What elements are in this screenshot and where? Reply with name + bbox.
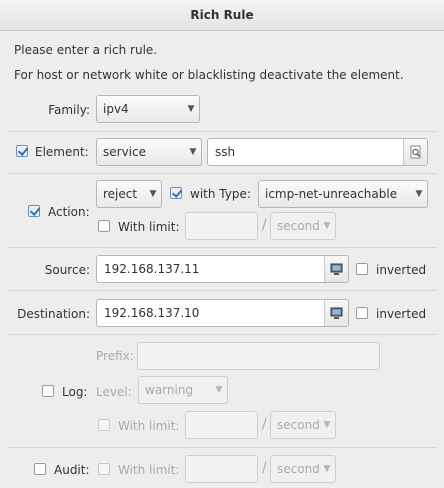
audit-limit-checkbox[interactable] [98, 463, 110, 475]
chevron-down-icon: ▼ [323, 221, 331, 231]
separator [8, 447, 436, 448]
source-label: Source: [44, 263, 90, 277]
action-limit-checkbox[interactable] [98, 220, 110, 232]
separator [8, 247, 436, 248]
element-value-field[interactable]: ssh [207, 138, 428, 166]
destination-inverted-label: inverted [376, 307, 427, 321]
action-label: Action: [48, 205, 90, 219]
chevron-down-icon: ▼ [215, 385, 223, 395]
action-limit-unit-select[interactable]: second ▼ [270, 212, 336, 240]
chevron-down-icon: ▼ [189, 147, 197, 157]
log-level-select[interactable]: warning ▼ [138, 376, 228, 404]
chevron-down-icon: ▼ [323, 420, 331, 430]
source-inverted-label: inverted [376, 263, 427, 277]
audit-checkbox[interactable] [34, 463, 46, 475]
chevron-down-icon: ▼ [187, 104, 195, 114]
slash-separator: / [262, 460, 267, 476]
chevron-down-icon: ▼ [149, 189, 157, 199]
log-label: Log: [62, 385, 88, 399]
dialog-titlebar: Rich Rule [0, 0, 444, 31]
destination-label: Destination: [17, 307, 90, 321]
intro-line-1: Please enter a rich rule. [14, 43, 158, 57]
slash-separator: / [262, 416, 267, 432]
audit-limit-unit-select[interactable]: second ▼ [270, 455, 336, 483]
destination-inverted-checkbox[interactable] [356, 307, 368, 319]
log-level-label: Level: [96, 385, 132, 399]
source-inverted-checkbox[interactable] [356, 263, 368, 275]
log-limit-label: With limit: [118, 419, 180, 433]
network-icon[interactable] [324, 300, 348, 326]
log-limit-field[interactable] [185, 411, 258, 439]
separator [8, 334, 436, 335]
family-select[interactable]: ipv4 ▼ [96, 95, 200, 123]
audit-label: Audit: [54, 463, 90, 477]
family-label: Family: [48, 103, 90, 117]
chevron-down-icon: ▼ [323, 464, 331, 474]
separator [8, 131, 436, 132]
with-type-checkbox[interactable] [170, 187, 182, 199]
action-limit-label: With limit: [118, 220, 180, 234]
chevron-down-icon: ▼ [415, 189, 423, 199]
element-type-select[interactable]: service ▼ [96, 138, 202, 166]
log-limit-unit-select[interactable]: second ▼ [270, 411, 336, 439]
log-checkbox[interactable] [42, 385, 54, 397]
element-label: Element: [35, 145, 89, 159]
audit-limit-field[interactable] [185, 455, 258, 483]
separator [8, 290, 436, 291]
action-type-select[interactable]: icmp-net-unreachable ▼ [258, 180, 428, 208]
intro-line-2: For host or network white or blacklistin… [14, 68, 404, 82]
log-limit-checkbox[interactable] [98, 419, 110, 431]
network-icon[interactable] [324, 256, 348, 282]
action-select[interactable]: reject ▼ [96, 180, 162, 208]
slash-separator: / [262, 217, 267, 233]
separator [8, 173, 436, 174]
log-prefix-field[interactable] [137, 342, 380, 370]
dialog-title: Rich Rule [190, 8, 254, 22]
action-limit-field[interactable] [185, 212, 258, 240]
element-checkbox[interactable] [16, 145, 28, 157]
audit-limit-label: With limit: [118, 463, 180, 477]
log-prefix-label: Prefix: [96, 349, 134, 363]
destination-field[interactable]: 192.168.137.10 [96, 299, 349, 327]
source-field[interactable]: 192.168.137.11 [96, 255, 349, 283]
search-icon[interactable] [403, 139, 427, 165]
action-checkbox[interactable] [28, 205, 40, 217]
with-type-label: with Type: [190, 187, 251, 201]
